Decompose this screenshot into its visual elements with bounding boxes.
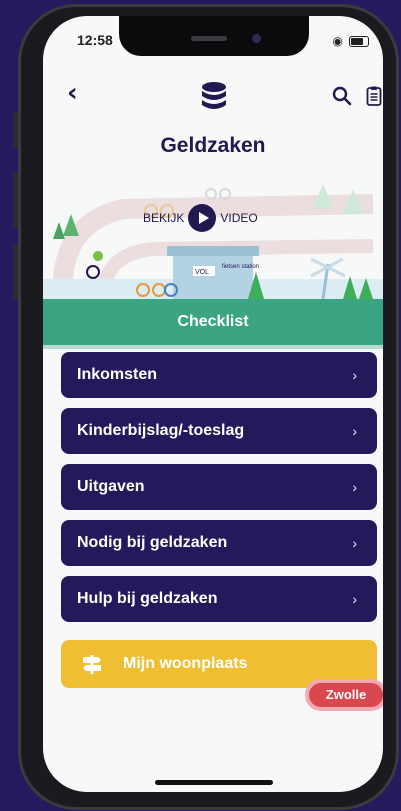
list-item-uitgaven[interactable]: Uitgaven › bbox=[61, 464, 377, 510]
play-icon[interactable] bbox=[188, 204, 217, 232]
notch bbox=[119, 16, 309, 56]
search-icon[interactable] bbox=[332, 86, 352, 106]
document-icon[interactable] bbox=[366, 86, 382, 106]
list-item-hulp[interactable]: Hulp bij geldzaken › bbox=[61, 576, 377, 622]
battery-icon bbox=[349, 35, 369, 47]
list-item-label: Nodig bij geldzaken bbox=[77, 534, 228, 551]
city-badge[interactable]: Zwolle bbox=[305, 679, 383, 711]
chevron-right-icon: › bbox=[352, 367, 357, 383]
list-item-nodig[interactable]: Nodig bij geldzaken › bbox=[61, 520, 377, 566]
chevron-right-icon: › bbox=[352, 423, 357, 439]
page-title: Geldzaken bbox=[160, 134, 266, 157]
app-screen: 12:58 ◉ ‹ Geldzaken VOL fietsen station … bbox=[43, 16, 383, 792]
watch-video-button[interactable]: BEKIJK VIDEO bbox=[143, 204, 258, 232]
home-indicator[interactable] bbox=[155, 780, 273, 785]
chevron-right-icon: › bbox=[352, 591, 357, 607]
signpost-icon bbox=[83, 655, 101, 674]
checklist-header: Checklist bbox=[43, 299, 383, 349]
chevron-right-icon: › bbox=[352, 479, 357, 495]
speaker bbox=[191, 36, 227, 41]
station-label: fietsen station bbox=[222, 264, 259, 270]
list-item-label: Inkomsten bbox=[77, 366, 158, 383]
database-icon bbox=[202, 82, 226, 109]
chevron-right-icon: › bbox=[352, 535, 357, 551]
list-item-label: Uitgaven bbox=[77, 478, 145, 495]
wifi-icon: ◉ bbox=[332, 34, 343, 48]
city-badge-label: Zwolle bbox=[309, 683, 383, 707]
video-suffix: VIDEO bbox=[220, 211, 258, 225]
station-sign: VOL bbox=[195, 269, 209, 276]
video-prefix: BEKIJK bbox=[143, 211, 185, 225]
list-item-kinderbijslag[interactable]: Kinderbijslag/-toeslag › bbox=[61, 408, 377, 454]
list-item-label: Hulp bij geldzaken bbox=[77, 590, 218, 607]
checklist-list: Inkomsten › Kinderbijslag/-toeslag › Uit… bbox=[61, 352, 377, 632]
front-camera bbox=[252, 34, 261, 43]
list-item-inkomsten[interactable]: Inkomsten › bbox=[61, 352, 377, 398]
status-icons: ◉ bbox=[333, 34, 369, 48]
back-button[interactable]: ‹ bbox=[67, 80, 78, 106]
status-time: 12:58 bbox=[77, 32, 113, 48]
list-item-label: Kinderbijslag/-toeslag bbox=[77, 422, 245, 439]
woonplaats-label: Mijn woonplaats bbox=[123, 655, 248, 672]
